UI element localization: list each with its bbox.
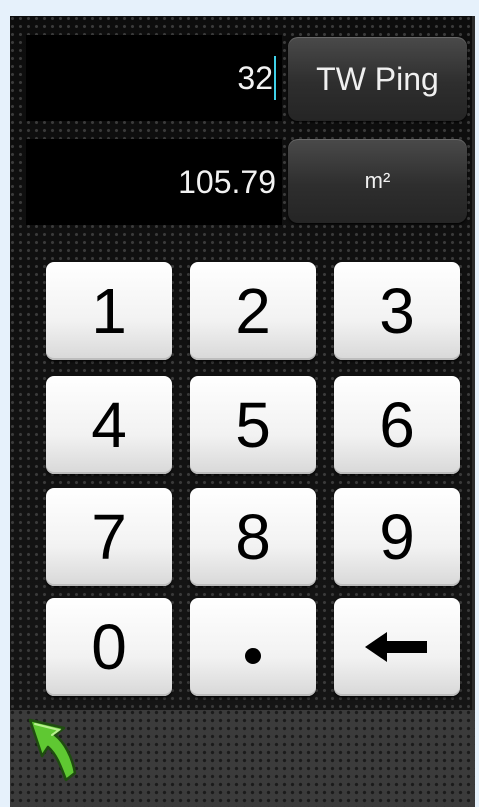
key-7-label: 7 <box>91 501 127 573</box>
key-2[interactable]: 2 <box>190 262 316 360</box>
decimal-point-icon <box>245 648 261 664</box>
input-value-field[interactable]: 32 <box>26 35 282 121</box>
key-5-label: 5 <box>235 389 271 461</box>
input-value-text: 32 <box>237 59 273 96</box>
key-7[interactable]: 7 <box>46 488 172 586</box>
key-1-label: 1 <box>91 275 127 347</box>
back-arrow-icon[interactable] <box>26 716 82 782</box>
screen-edge <box>472 16 475 807</box>
output-unit-label: m² <box>364 168 391 193</box>
key-4-label: 4 <box>91 389 127 461</box>
key-9[interactable]: 9 <box>334 488 460 586</box>
converter-screen: 32 TW Ping 105.79 m² 1 2 3 4 5 6 7 8 9 0 <box>10 16 475 807</box>
key-1[interactable]: 1 <box>46 262 172 360</box>
key-6-label: 6 <box>379 389 415 461</box>
key-2-label: 2 <box>235 275 271 347</box>
input-unit-label: TW Ping <box>316 60 439 97</box>
key-0[interactable]: 0 <box>46 598 172 696</box>
key-8-label: 8 <box>235 501 271 573</box>
key-3[interactable]: 3 <box>334 262 460 360</box>
decimal-point-key[interactable] <box>190 598 316 696</box>
key-8[interactable]: 8 <box>190 488 316 586</box>
output-unit-button[interactable]: m² <box>288 139 467 223</box>
backspace-arrow-icon <box>365 632 427 662</box>
key-4[interactable]: 4 <box>46 376 172 474</box>
output-value-field: 105.79 <box>26 139 282 225</box>
key-5[interactable]: 5 <box>190 376 316 474</box>
key-9-label: 9 <box>379 501 415 573</box>
key-0-label: 0 <box>91 611 127 683</box>
output-value-text: 105.79 <box>178 163 276 200</box>
text-cursor <box>274 56 276 100</box>
key-3-label: 3 <box>379 275 415 347</box>
backspace-key[interactable] <box>334 598 460 696</box>
key-6[interactable]: 6 <box>334 376 460 474</box>
input-unit-button[interactable]: TW Ping <box>288 37 467 121</box>
